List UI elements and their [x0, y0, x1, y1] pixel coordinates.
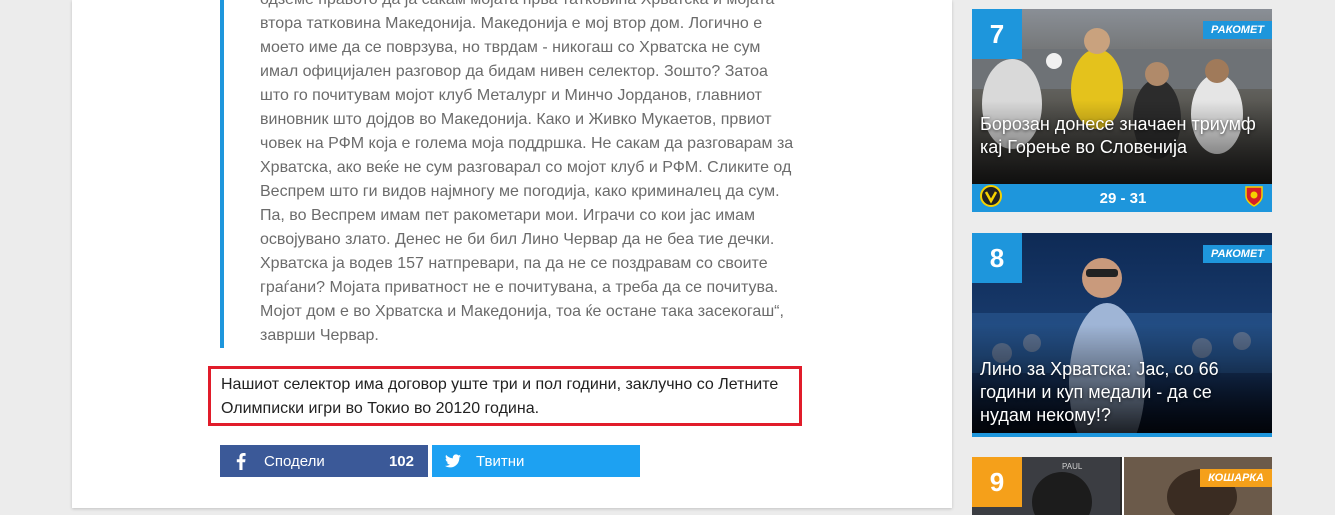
team-logo-icon [980, 184, 1002, 212]
quote-line: освојувано злато. Денес не би бил Лино Ч… [260, 231, 775, 248]
quote-line: Мојот дом е во Хрватска и Македонија, то… [260, 303, 784, 320]
quote-line: одземе правото да ја сакам мојата прва т… [260, 0, 845, 12]
article-body: одземе правото да ја сакам мојата прва т… [72, 0, 952, 508]
card-title[interactable]: Лино за Хрватска: Јас, со 66 години и ку… [980, 358, 1262, 427]
quote-line: имал официјален разговор да бидам нивен … [260, 63, 768, 80]
svg-text:PAUL: PAUL [1062, 462, 1083, 471]
facebook-share-label: Сподели [264, 452, 325, 470]
rank-number: 7 [972, 9, 1022, 59]
category-badge[interactable]: КОШАРКА [1200, 469, 1272, 487]
facebook-share-button[interactable]: Сподели 102 [220, 445, 428, 477]
sidebar-card-8[interactable]: 8 РАКОМЕТ Лино за Хрватска: Јас, со 66 г… [972, 233, 1272, 437]
rank-number: 9 [972, 457, 1022, 507]
quote-line: виновник што дојдов во Македонија. Како … [260, 111, 772, 128]
quote-block: одземе правото да ја сакам мојата прва т… [220, 0, 845, 348]
quote-line: Хрватска ја водев 157 натпревари, па да … [260, 255, 768, 272]
paragraph-line: Олимписки игри во Токио во 20120 година. [221, 400, 540, 417]
quote-line: Хрватска, ако веќе не сум разговарал со … [260, 159, 792, 176]
quote-line: Веспрем што ги видов најмногу ме погодиј… [260, 183, 780, 200]
facebook-icon [232, 452, 250, 470]
quote-line: што го почитувам мојот клуб Металург и М… [260, 87, 762, 104]
quote-line: Па, во Веспрем имам пет ракометари мои. … [260, 207, 756, 224]
quote-line: човек на РФМ која е голема моја поддршка… [260, 135, 794, 152]
category-badge[interactable]: РАКОМЕТ [1203, 21, 1272, 39]
highlighted-paragraph: Нашиот селектор има договор уште три и п… [208, 366, 802, 426]
quote-line: заврши Червар. [260, 327, 379, 344]
category-badge[interactable]: РАКОМЕТ [1203, 245, 1272, 263]
twitter-share-button[interactable]: Твитни [432, 445, 640, 477]
quote-line: граѓани? Мојата приватност не е почитува… [260, 279, 779, 296]
match-score: 29 - 31 [1099, 189, 1147, 207]
paragraph-line: Нашиот селектор има договор уште три и п… [221, 376, 779, 393]
quote-line: моето име да се поврзува, но тврдам - ни… [260, 39, 761, 56]
twitter-icon [444, 452, 462, 470]
card-accent-bar [972, 433, 1272, 437]
sidebar-card-7[interactable]: 7 РАКОМЕТ Борозан донесе значаен триумф … [972, 9, 1272, 212]
twitter-share-label: Твитни [476, 452, 525, 470]
card-title[interactable]: Борозан донесе значаен триумф кај Горење… [980, 113, 1262, 159]
rank-number: 8 [972, 233, 1022, 283]
quote-line: втора татковина Македонија. Македонија е… [260, 15, 763, 32]
facebook-share-count: 102 [388, 452, 414, 470]
team-crest-icon [1244, 185, 1264, 212]
sidebar-card-9[interactable]: PAUL 9 КОШАРКА [972, 457, 1272, 515]
score-bar: 29 - 31 [972, 184, 1272, 212]
